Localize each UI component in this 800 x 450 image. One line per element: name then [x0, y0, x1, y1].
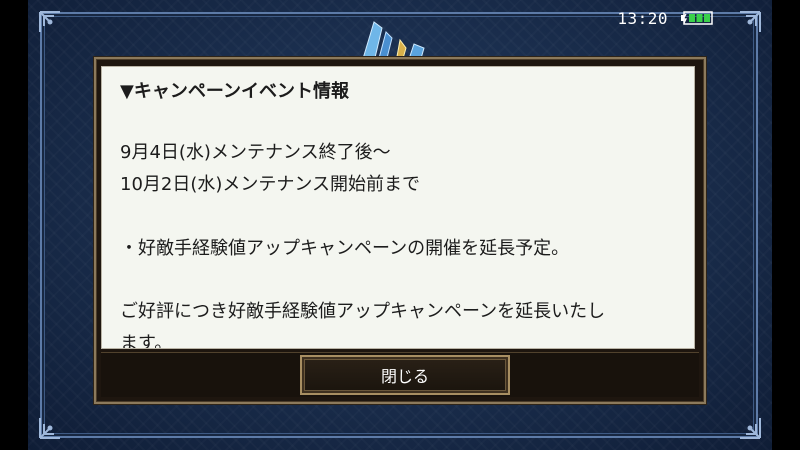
dialog-text-line: 9月4日(水)メンテナンス終了後～	[120, 142, 391, 163]
corner-ornament-icon	[736, 414, 762, 440]
close-button[interactable]: 閉じる	[300, 355, 510, 395]
dialog-footer: 閉じる	[101, 352, 699, 397]
corner-ornament-icon	[38, 414, 64, 440]
corner-ornament-icon	[38, 10, 64, 36]
dialog-text-line: ご好評につき好敵手経験値アップキャンペーンを延長いたし	[120, 301, 606, 322]
status-bar: 13:20	[617, 6, 714, 30]
dialog-content[interactable]: ▼キャンペーンイベント情報 9月4日(水)メンテナンス終了後～ 10月2日(水)…	[101, 66, 695, 349]
dialog-text-line: 10月2日(水)メンテナンス開始前まで	[120, 174, 421, 195]
game-screen: 13:20 ▼キャンペーンイベント情報 9月4日(水)メンテナンス終了後～ 10…	[0, 0, 800, 450]
status-time: 13:20	[617, 8, 668, 28]
dialog-title: ▼キャンペーンイベント情報	[120, 81, 349, 102]
crystal-emblem-icon	[340, 18, 440, 62]
campaign-dialog: ▼キャンペーンイベント情報 9月4日(水)メンテナンス終了後～ 10月2日(水)…	[94, 57, 706, 404]
battery-charging-icon	[680, 11, 714, 25]
dialog-text-line: ます。	[120, 333, 173, 349]
dialog-text-line: ・好敵手経験値アップキャンペーンの開催を延長予定。	[120, 238, 570, 259]
corner-ornament-icon	[736, 10, 762, 36]
